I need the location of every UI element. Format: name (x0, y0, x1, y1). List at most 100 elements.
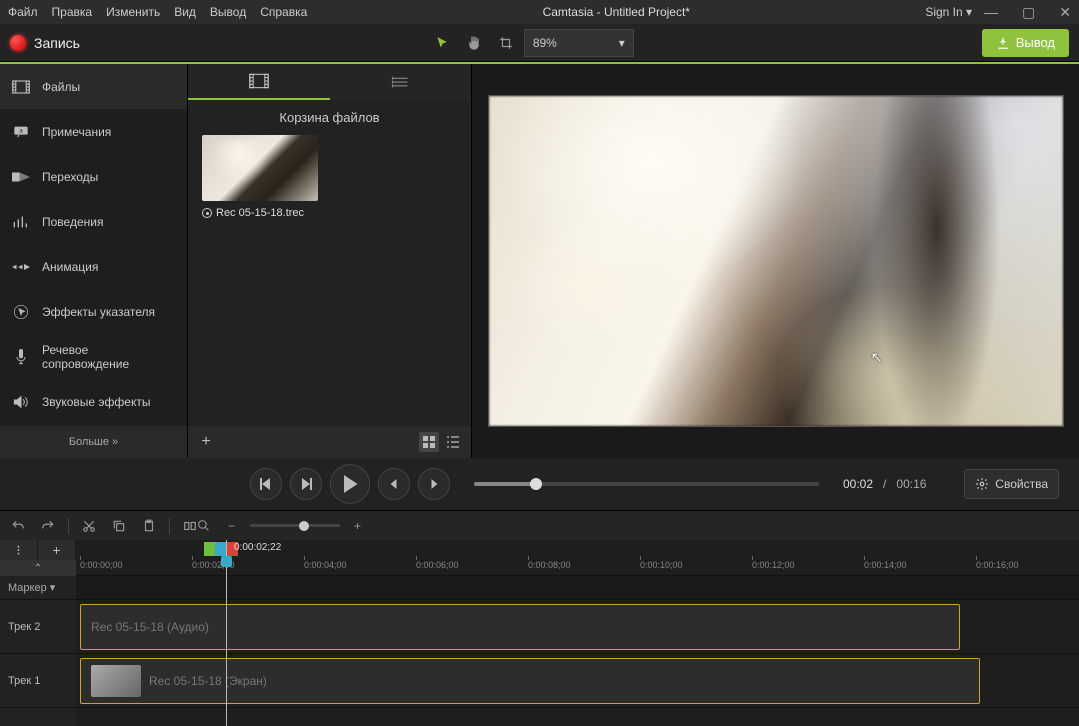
zoom-in-button[interactable]: + (348, 516, 368, 536)
add-track-button[interactable]: + (38, 540, 76, 560)
media-tab-library[interactable] (330, 64, 472, 100)
timeline-tracks[interactable]: 0:00:02;22 0:00:00;00 0:00:02;00 0:00:04… (76, 540, 1079, 726)
crop-tool[interactable] (492, 29, 520, 57)
playhead-flag[interactable] (204, 542, 238, 556)
chevron-down-icon: ▾ (619, 36, 625, 50)
media-tab-clips[interactable] (188, 64, 330, 100)
ruler-tick: 0:00:06;00 (416, 560, 459, 570)
zoom-out-button[interactable]: − (222, 516, 242, 536)
animations-icon (12, 258, 30, 276)
grid-view-button[interactable] (419, 432, 439, 452)
clip-screen-label: Rec 05-15-18 (Экран) (149, 674, 267, 688)
collapse-tracks-button[interactable]: ⌃ (0, 560, 76, 576)
playhead-time: 0:00:02;22 (234, 542, 281, 553)
timeline-zoom-slider[interactable] (250, 524, 340, 527)
prev-frame-button[interactable] (250, 468, 282, 500)
menu-edit[interactable]: Правка (52, 5, 93, 19)
list-view-button[interactable] (443, 432, 463, 452)
annotations-icon: a (12, 123, 30, 141)
menu-file[interactable]: Файл (8, 5, 38, 19)
behaviors-icon (12, 213, 30, 231)
media-bin-icon (12, 78, 30, 96)
minimize-button[interactable]: — (984, 4, 998, 21)
sidebar-item-label: Речевое сопровождение (42, 343, 175, 371)
sidebar-more[interactable]: Больше » (0, 426, 187, 458)
clip-thumbnail (202, 135, 318, 201)
media-clip[interactable]: Rec 05-15-18.trec (202, 135, 318, 219)
sidebar-item-narration[interactable]: Речевое сопровождение (0, 334, 187, 379)
ruler-tick: 0:00:04;00 (304, 560, 347, 570)
playback-bar: 00:02 / 00:16 Свойства (0, 458, 1079, 510)
seek-knob[interactable] (530, 478, 542, 490)
step-back-button[interactable] (378, 468, 410, 500)
play-button[interactable] (330, 464, 370, 504)
preview-panel: ↖ (472, 64, 1079, 458)
sidebar-item-audio-effects[interactable]: Звуковые эффекты (0, 379, 187, 424)
copy-button[interactable] (109, 516, 129, 536)
clip-audio[interactable]: Rec 05-15-18 (Аудио) (80, 604, 960, 650)
microphone-icon (12, 348, 30, 366)
sidebar-item-label: Звуковые эффекты (42, 395, 150, 409)
cut-button[interactable] (79, 516, 99, 536)
sidebar-item-label: Примечания (42, 125, 111, 139)
preview-frame (489, 96, 1063, 426)
clip-screen[interactable]: Rec 05-15-18 (Экран) (80, 658, 980, 704)
undo-button[interactable] (8, 516, 28, 536)
sidebar-item-behaviors[interactable]: Поведения (0, 199, 187, 244)
clip-label: Rec 05-15-18.trec (202, 207, 318, 219)
sidebar-item-annotations[interactable]: a Примечания (0, 109, 187, 154)
redo-button[interactable] (38, 516, 58, 536)
seek-fill (474, 482, 536, 486)
menu-view[interactable]: Вид (174, 5, 196, 19)
sidebar-item-label: Файлы (42, 80, 80, 94)
properties-button[interactable]: Свойства (964, 469, 1059, 499)
ruler-tick: 0:00:14;00 (864, 560, 907, 570)
menu-modify[interactable]: Изменить (106, 5, 160, 19)
ruler-tick: 0:00:08;00 (528, 560, 571, 570)
title-bar: Файл Правка Изменить Вид Вывод Справка C… (0, 0, 1079, 24)
export-label: Вывод (1016, 35, 1055, 50)
step-forward-button[interactable] (418, 468, 450, 500)
sidebar-item-transitions[interactable]: Переходы (0, 154, 187, 199)
playhead-line[interactable] (226, 540, 227, 726)
sidebar-item-label: Анимация (42, 260, 98, 274)
export-button[interactable]: Вывод (982, 29, 1069, 57)
marker-row-label[interactable]: Маркер ▾ (0, 576, 76, 600)
pointer-tool[interactable] (428, 29, 456, 57)
next-frame-button[interactable] (290, 468, 322, 500)
timeline-header: ⁝ + ⌃ Маркер ▾ Трек 2 Трек 1 (0, 540, 76, 726)
track-label-1[interactable]: Трек 1 (0, 654, 76, 708)
zoom-value: 89% (533, 36, 557, 50)
menu-output[interactable]: Вывод (210, 5, 246, 19)
media-panel: Корзина файлов Rec 05-15-18.trec + (188, 64, 472, 458)
record-label: Запись (34, 35, 80, 51)
close-button[interactable]: ✕ (1059, 4, 1071, 21)
zoom-select[interactable]: 89% ▾ (524, 29, 634, 57)
seek-bar[interactable] (474, 482, 819, 486)
clip-mini-thumb (91, 665, 141, 697)
preview-canvas[interactable]: ↖ (488, 95, 1064, 427)
bin-title: Корзина файлов (188, 100, 471, 135)
paste-button[interactable] (139, 516, 159, 536)
sign-in-button[interactable]: Sign In ▾ (925, 5, 972, 19)
sidebar-item-cursor-effects[interactable]: Эффекты указателя (0, 289, 187, 334)
sidebar-item-files[interactable]: Файлы (0, 64, 187, 109)
sidebar-item-label: Эффекты указателя (42, 305, 155, 319)
menu-help[interactable]: Справка (260, 5, 307, 19)
record-button[interactable]: Запись (10, 35, 80, 51)
sidebar-item-animations[interactable]: Анимация (0, 244, 187, 289)
recording-icon (202, 208, 212, 218)
main-toolbar: Запись 89% ▾ Вывод (0, 24, 1079, 62)
pan-tool[interactable] (460, 29, 488, 57)
track-label-2[interactable]: Трек 2 (0, 600, 76, 654)
ruler-tick: 0:00:10;00 (640, 560, 683, 570)
clip-audio-label: Rec 05-15-18 (Аудио) (91, 620, 209, 634)
transitions-icon (12, 168, 30, 186)
playhead-handle[interactable] (221, 556, 232, 567)
timeline: ⁝ + ⌃ Маркер ▾ Трек 2 Трек 1 0:00:02;22 … (0, 540, 1079, 726)
track-options-button[interactable]: ⁝ (0, 540, 38, 560)
sidebar-item-label: Поведения (42, 215, 103, 229)
maximize-button[interactable]: ▢ (1022, 4, 1035, 21)
add-media-button[interactable]: + (196, 432, 216, 452)
sidebar-item-label: Переходы (42, 170, 98, 184)
